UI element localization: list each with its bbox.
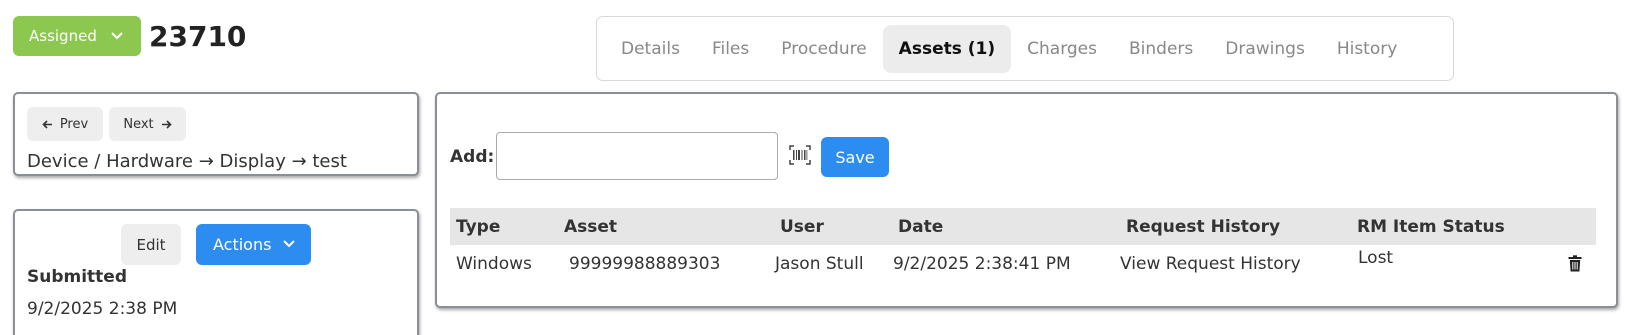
status-dropdown-button[interactable]: Assigned: [13, 16, 141, 56]
assets-table: Type Asset User Date Request History RM …: [450, 208, 1596, 282]
edit-button[interactable]: Edit: [121, 224, 181, 265]
barcode-icon[interactable]: [789, 145, 811, 165]
tab-drawings[interactable]: Drawings: [1209, 25, 1321, 73]
view-request-history-link[interactable]: View Request History: [1120, 245, 1301, 282]
column-header-date: Date: [898, 216, 944, 237]
submitted-date: 9/2/2025 2:38 PM: [27, 299, 178, 319]
asset-user: Jason Stull: [775, 253, 864, 274]
arrow-right-icon: [161, 119, 172, 129]
assets-panel: Add: Save Type Asset User Date Request H…: [435, 92, 1618, 308]
asset-number-link[interactable]: 99999988889303: [569, 245, 720, 282]
add-asset-input[interactable]: [496, 132, 778, 180]
next-button[interactable]: Next: [109, 107, 186, 141]
table-row: Windows 99999988889303 Jason Stull 9/2/2…: [450, 245, 1596, 282]
asset-type: Windows: [456, 253, 532, 274]
prev-button-label: Prev: [59, 116, 89, 132]
tab-files[interactable]: Files: [696, 25, 765, 73]
chevron-down-icon: [111, 29, 123, 44]
category-breadcrumb: Device / Hardware → Display → test: [27, 151, 347, 172]
add-label: Add:: [450, 147, 495, 167]
tab-assets[interactable]: Assets (1): [882, 24, 1012, 73]
tab-details[interactable]: Details: [605, 25, 696, 73]
column-header-request-history: Request History: [1126, 216, 1281, 237]
next-button-label: Next: [123, 116, 154, 132]
table-header: Type Asset User Date Request History RM …: [450, 208, 1596, 245]
column-header-user: User: [780, 216, 824, 237]
tab-procedure[interactable]: Procedure: [765, 25, 882, 73]
column-header-asset: Asset: [564, 216, 618, 237]
actions-dropdown-button[interactable]: Actions: [196, 224, 311, 265]
rm-status-link[interactable]: Lost: [1358, 239, 1393, 276]
status-label: Assigned: [29, 27, 97, 45]
asset-date: 9/2/2025 2:38:41 PM: [893, 253, 1071, 274]
status-panel: Edit Actions Submitted 9/2/2025 2:38 PM: [13, 209, 419, 335]
column-header-type: Type: [456, 216, 501, 237]
chevron-down-icon: [283, 237, 296, 252]
prev-button[interactable]: Prev: [27, 107, 103, 141]
tab-binders[interactable]: Binders: [1113, 25, 1209, 73]
actions-label: Actions: [213, 235, 272, 254]
tab-charges[interactable]: Charges: [1011, 25, 1113, 73]
navigation-panel: Prev Next Device / Hardware → Display → …: [13, 92, 419, 176]
tab-history[interactable]: History: [1321, 25, 1413, 73]
submitted-label: Submitted: [27, 267, 128, 287]
save-button[interactable]: Save: [821, 137, 889, 177]
arrow-left-icon: [42, 119, 53, 129]
tab-bar: Details Files Procedure Assets (1) Charg…: [596, 16, 1454, 81]
record-id: 23710: [149, 20, 247, 53]
trash-icon[interactable]: [1568, 245, 1582, 282]
